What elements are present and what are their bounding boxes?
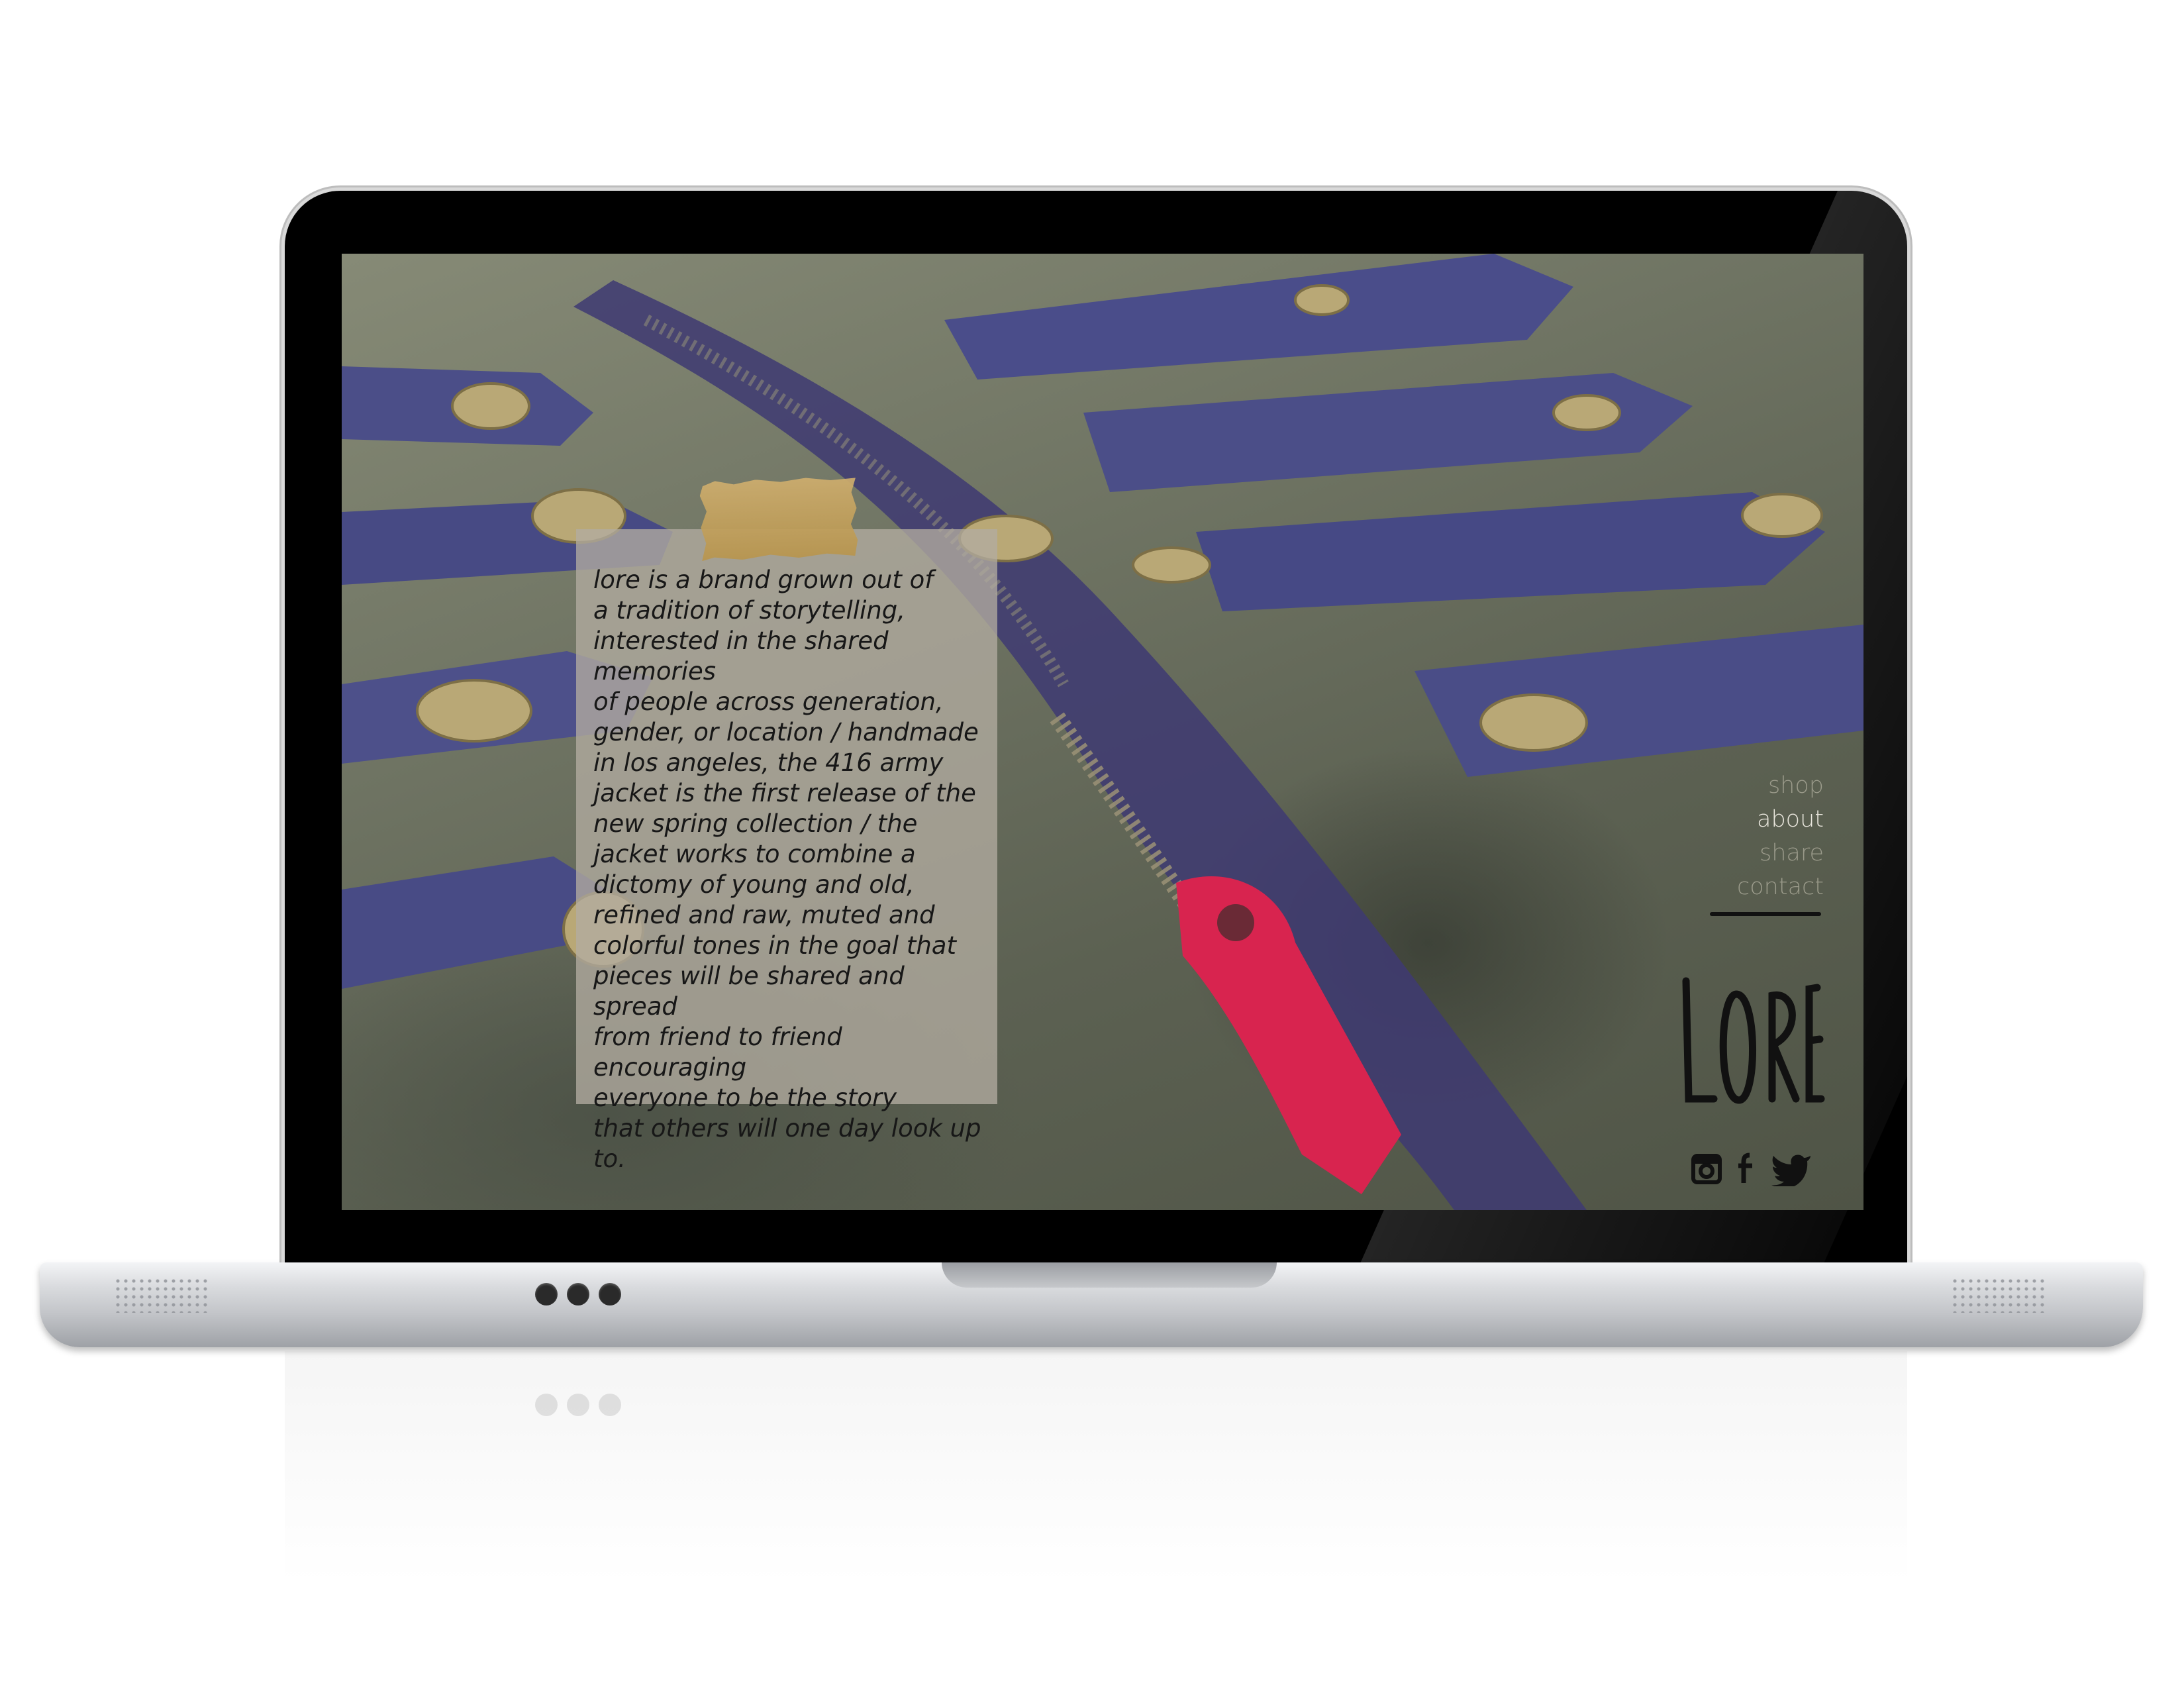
- right-speaker-grille: [1951, 1277, 2048, 1313]
- website-screen: lore is a brand grown out of a tradition…: [342, 254, 1863, 1210]
- social-links: [1691, 1152, 1812, 1189]
- floor-reflection: [285, 1351, 1907, 1682]
- nav-share-link[interactable]: share: [1737, 837, 1824, 870]
- reflection-light: [599, 1394, 621, 1416]
- nav-divider: [1710, 912, 1821, 916]
- reflection-light: [535, 1394, 558, 1416]
- facebook-icon[interactable]: [1736, 1152, 1756, 1188]
- lid-notch: [942, 1262, 1277, 1288]
- instagram-icon[interactable]: [1691, 1154, 1722, 1187]
- indicator-light: [535, 1283, 558, 1305]
- reflection-light: [567, 1394, 589, 1416]
- brand-story-text: lore is a brand grown out of a tradition…: [593, 566, 981, 1173]
- nav-shop-link[interactable]: shop: [1737, 769, 1824, 803]
- main-nav: shop about share contact: [1737, 769, 1824, 904]
- hero-photo: [342, 254, 1863, 1210]
- twitter-icon[interactable]: [1771, 1152, 1812, 1189]
- nav-about-link[interactable]: about: [1737, 803, 1824, 837]
- reflection-lights: [535, 1394, 621, 1416]
- left-speaker-grille: [114, 1277, 211, 1313]
- indicator-light: [599, 1283, 621, 1305]
- indicator-light: [567, 1283, 589, 1305]
- lore-logo[interactable]: [1679, 976, 1825, 1108]
- nav-contact-link[interactable]: contact: [1737, 870, 1824, 904]
- indicator-lights: [535, 1283, 621, 1305]
- tape-decoration: [699, 476, 858, 561]
